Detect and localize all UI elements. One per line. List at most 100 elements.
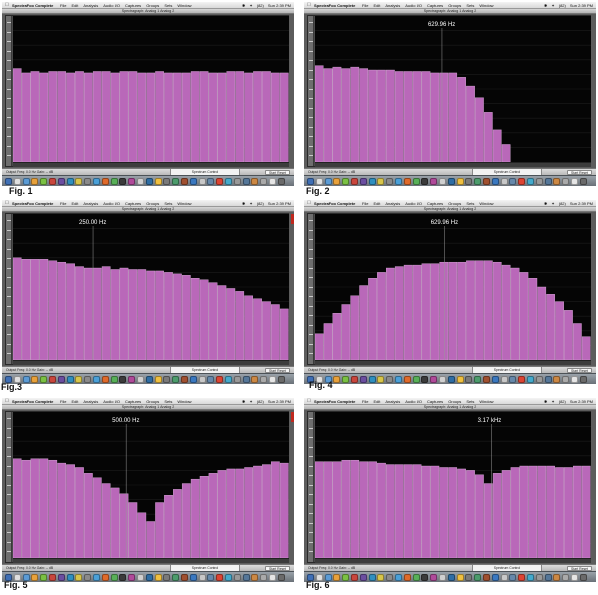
menu-item[interactable]: Window	[479, 201, 493, 206]
dock-app-icon[interactable]	[163, 178, 171, 185]
menu-item[interactable]: Analysis	[385, 399, 400, 404]
dock-app-icon[interactable]	[342, 178, 350, 185]
menu-item[interactable]: Analysis	[385, 3, 400, 8]
dock-app-icon[interactable]	[172, 574, 180, 581]
dock-app-icon[interactable]	[57, 574, 65, 581]
dock-app-icon[interactable]	[269, 178, 276, 185]
dock-app-icon[interactable]	[84, 178, 92, 185]
dock-app-icon[interactable]	[527, 376, 534, 383]
menu-item[interactable]: Edit	[71, 201, 78, 206]
dock-app-icon[interactable]	[544, 178, 552, 185]
dock-app-icon[interactable]	[579, 376, 587, 383]
status-item[interactable]: ✱	[544, 399, 547, 404]
status-item[interactable]: ✱	[242, 399, 245, 404]
dock-app-icon[interactable]	[544, 376, 552, 383]
dock-app-icon[interactable]	[368, 376, 376, 383]
dock-app-icon[interactable]	[154, 178, 162, 185]
dock-app-icon[interactable]	[207, 574, 215, 581]
dock-app-icon[interactable]	[22, 178, 30, 185]
dock-app-icon[interactable]	[474, 574, 482, 581]
status-item[interactable]: ✱	[242, 3, 245, 8]
menu-item[interactable]: File	[362, 399, 368, 404]
menu-item[interactable]: Sets	[466, 201, 474, 206]
dock-app-icon[interactable]	[57, 178, 65, 185]
dock-app-icon[interactable]	[377, 376, 385, 383]
dock-app-icon[interactable]	[128, 574, 136, 581]
menu-item[interactable]: Sets	[466, 399, 474, 404]
dock-app-icon[interactable]	[351, 376, 358, 383]
dock-app-icon[interactable]	[216, 178, 224, 185]
dock-app-icon[interactable]	[395, 178, 402, 185]
status-item[interactable]: (82)	[559, 399, 566, 404]
dock-app-icon[interactable]	[421, 178, 429, 185]
dock-app-icon[interactable]	[163, 574, 171, 581]
dock-app-icon[interactable]	[49, 574, 56, 581]
apple-icon[interactable]: 	[5, 398, 9, 405]
menu-item[interactable]: Window	[177, 399, 191, 404]
app-name[interactable]: SpectraFoo Complete	[12, 2, 53, 9]
dock-app-icon[interactable]	[368, 178, 376, 185]
dock-app-icon[interactable]	[430, 178, 438, 185]
dock-app-icon[interactable]	[207, 376, 215, 383]
status-item[interactable]: (82)	[559, 201, 566, 206]
dock-app-icon[interactable]	[93, 574, 100, 581]
dock-app-icon[interactable]	[101, 376, 109, 383]
dock-app-icon[interactable]	[342, 574, 350, 581]
dock-app-icon[interactable]	[439, 574, 446, 581]
menu-item[interactable]: Captures	[125, 3, 141, 8]
dock-app-icon[interactable]	[137, 574, 144, 581]
dock-app-icon[interactable]	[333, 376, 341, 383]
app-name[interactable]: SpectraFoo Complete	[12, 200, 53, 207]
dock-app-icon[interactable]	[66, 178, 74, 185]
dock-app-icon[interactable]	[439, 376, 446, 383]
dock-app-icon[interactable]	[509, 574, 517, 581]
menu-item[interactable]: Edit	[373, 3, 380, 8]
dock-app-icon[interactable]	[447, 574, 455, 581]
dock-app-icon[interactable]	[527, 574, 534, 581]
dock-app-icon[interactable]	[145, 376, 153, 383]
dock-app-icon[interactable]	[465, 376, 473, 383]
status-item[interactable]: Sun 2:39 PM	[570, 201, 593, 206]
dock-app-icon[interactable]	[386, 178, 394, 185]
apple-icon[interactable]: 	[307, 2, 311, 9]
menu-item[interactable]: Sets	[466, 3, 474, 8]
menu-item[interactable]: Groups	[448, 399, 461, 404]
menu-item[interactable]: Audio I/O	[103, 201, 120, 206]
dock-app-icon[interactable]	[359, 178, 367, 185]
dock-app-icon[interactable]	[277, 574, 285, 581]
menu-item[interactable]: File	[60, 201, 66, 206]
dock-app-icon[interactable]	[307, 178, 314, 185]
dock-app-icon[interactable]	[137, 178, 144, 185]
dock-app-icon[interactable]	[119, 376, 127, 383]
dock-app-icon[interactable]	[251, 574, 259, 581]
dock-app-icon[interactable]	[31, 574, 39, 581]
dock-app-icon[interactable]	[260, 178, 268, 185]
dock-app-icon[interactable]	[233, 574, 241, 581]
dock-app-icon[interactable]	[456, 574, 464, 581]
dock-app-icon[interactable]	[518, 574, 526, 581]
dock-app-icon[interactable]	[181, 178, 188, 185]
status-item[interactable]: (82)	[257, 3, 264, 8]
menu-item[interactable]: Audio I/O	[405, 399, 422, 404]
menu-item[interactable]: Captures	[427, 3, 443, 8]
dock-app-icon[interactable]	[395, 574, 402, 581]
dock-app-icon[interactable]	[324, 178, 332, 185]
window-tab[interactable]	[291, 214, 294, 224]
dock-app-icon[interactable]	[571, 178, 578, 185]
dock-app-icon[interactable]	[189, 376, 197, 383]
dock-app-icon[interactable]	[93, 376, 100, 383]
dock-app-icon[interactable]	[128, 376, 136, 383]
dock-app-icon[interactable]	[535, 178, 543, 185]
menu-item[interactable]: Sets	[164, 3, 172, 8]
dock-app-icon[interactable]	[509, 178, 517, 185]
dock-app-icon[interactable]	[233, 376, 241, 383]
dock-app-icon[interactable]	[342, 376, 350, 383]
dock-app-icon[interactable]	[412, 376, 420, 383]
dock-app-icon[interactable]	[474, 376, 482, 383]
dock-app-icon[interactable]	[84, 376, 92, 383]
dock-app-icon[interactable]	[13, 178, 21, 185]
menu-item[interactable]: Captures	[427, 201, 443, 206]
status-item[interactable]: ✦	[249, 3, 252, 8]
dock-app-icon[interactable]	[386, 574, 394, 581]
dock-app-icon[interactable]	[403, 178, 411, 185]
